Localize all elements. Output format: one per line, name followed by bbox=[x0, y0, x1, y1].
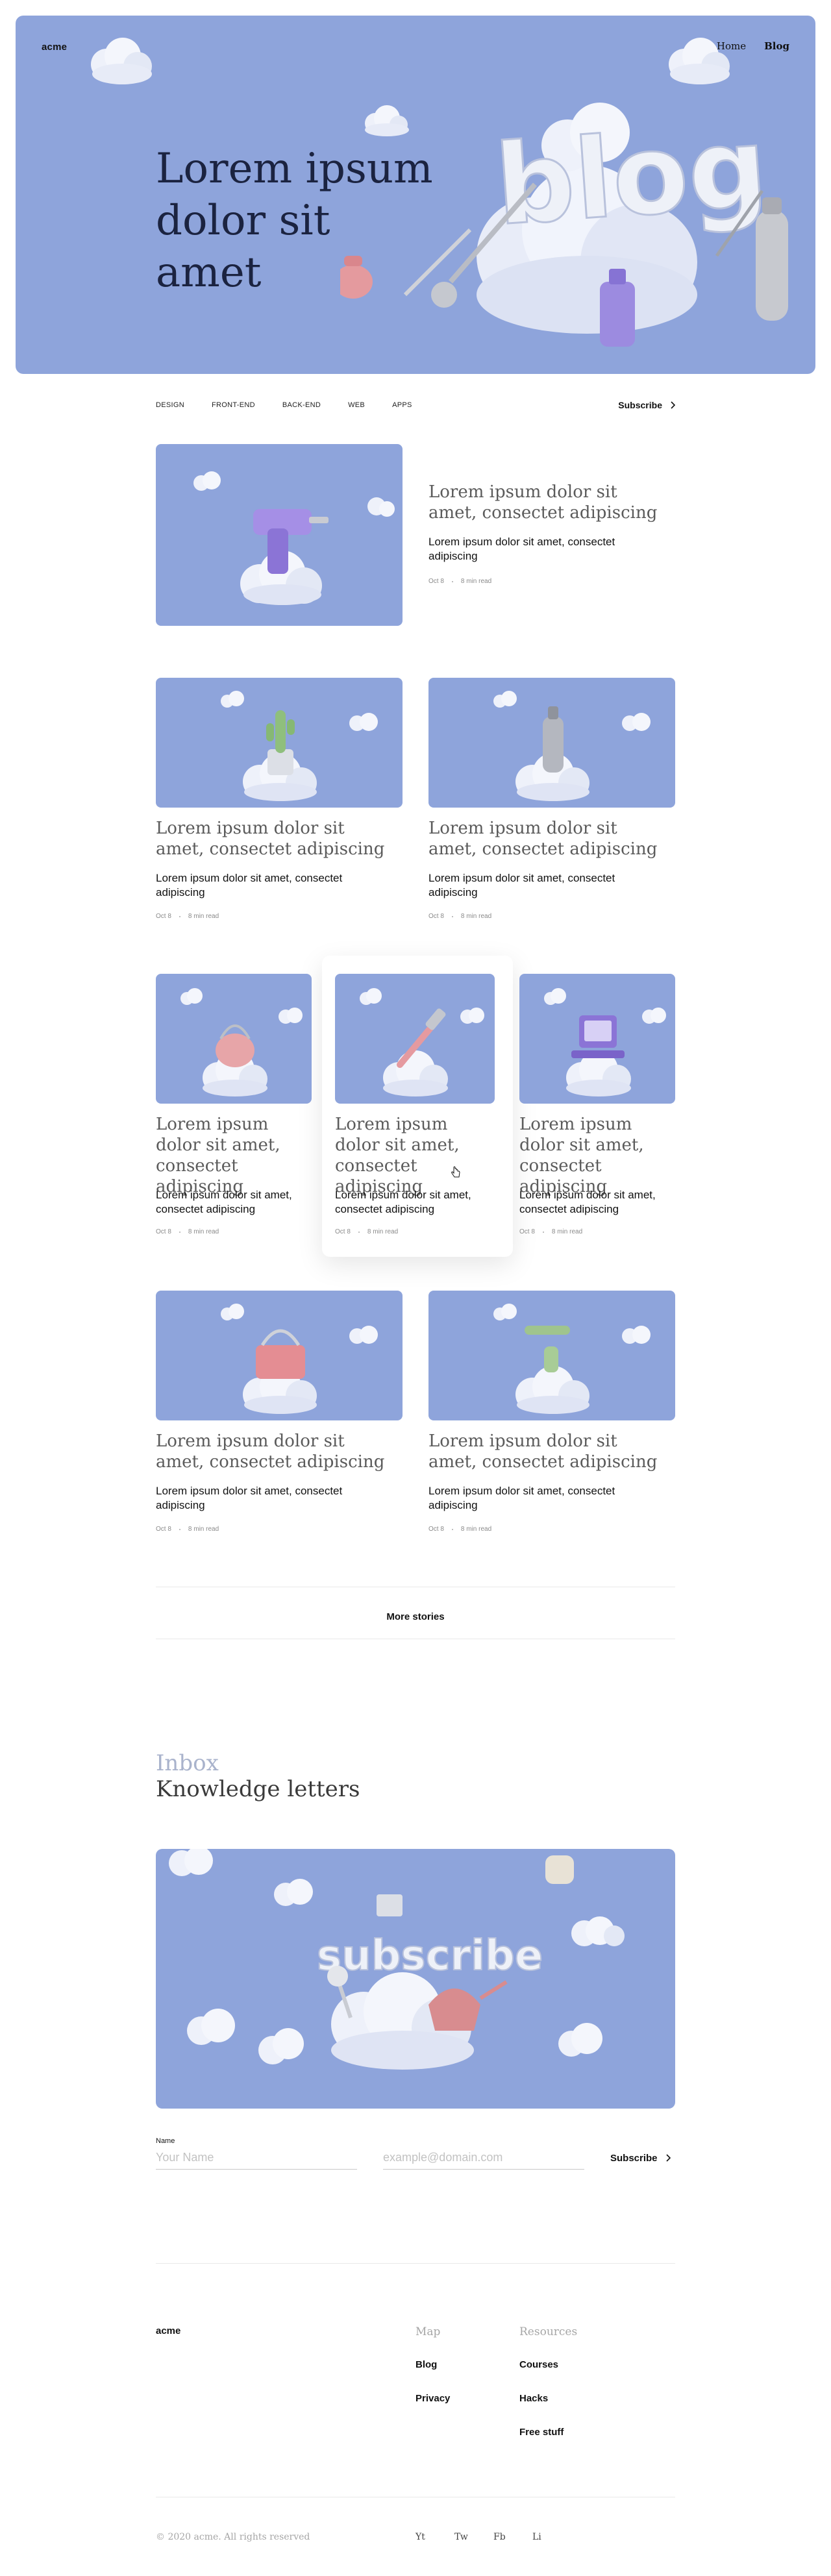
post-title[interactable]: Lorem ipsum dolor sit amet, consectet ad… bbox=[428, 818, 669, 860]
subscribe-link-label: Subscribe bbox=[618, 400, 662, 410]
hero-banner: acme Home Blog Lorem ipsum dolor sit ame… bbox=[16, 16, 815, 374]
footer-link-hacks[interactable]: Hacks bbox=[519, 2393, 548, 2404]
post-image-kettle[interactable] bbox=[156, 974, 312, 1104]
post-date: Oct 8 bbox=[428, 913, 444, 920]
social-link-facebook[interactable]: Fb bbox=[493, 2532, 506, 2542]
category-front-end[interactable]: FRONT-END bbox=[212, 401, 255, 409]
post-meta: Oct 8 8 min read bbox=[428, 913, 491, 920]
post-excerpt: Lorem ipsum dolor sit amet, consectet ad… bbox=[335, 1189, 471, 1215]
post-date: Oct 8 bbox=[156, 1228, 171, 1235]
post-title[interactable]: Lorem ipsum dolor sit amet, consectet ad… bbox=[335, 1114, 495, 1197]
inbox-title: Knowledge letters bbox=[156, 1776, 360, 1802]
post-date: Oct 8 bbox=[335, 1228, 351, 1235]
post-excerpt: Lorem ipsum dolor sit amet, consectet ad… bbox=[156, 872, 343, 898]
social-link-youtube[interactable]: Yt bbox=[416, 2532, 425, 2542]
subscribe-link[interactable]: Subscribe bbox=[618, 400, 675, 410]
post-read-time: 8 min read bbox=[460, 578, 492, 585]
chevron-right-icon bbox=[665, 2154, 671, 2162]
post-meta: Oct 8 8 min read bbox=[156, 913, 219, 920]
post-title[interactable]: Lorem ipsum dolor sit amet, consectet ad… bbox=[428, 1431, 669, 1472]
more-stories-button[interactable]: More stories bbox=[156, 1592, 675, 1641]
post-title[interactable]: Lorem ipsum dolor sit amet, consectet ad… bbox=[156, 1431, 396, 1472]
inbox-label: Inbox bbox=[156, 1750, 219, 1776]
post-excerpt: Lorem ipsum dolor sit amet, consectet ad… bbox=[156, 1189, 292, 1215]
divider bbox=[156, 2263, 675, 2264]
post-excerpt: Lorem ipsum dolor sit amet, consectet ad… bbox=[156, 1485, 343, 1511]
email-input[interactable] bbox=[383, 2146, 584, 2170]
post-date: Oct 8 bbox=[428, 578, 444, 585]
post-meta: Oct 8 8 min read bbox=[156, 1228, 219, 1235]
footer-link-courses[interactable]: Courses bbox=[519, 2359, 558, 2370]
subscribe-button[interactable]: Subscribe bbox=[610, 2149, 675, 2167]
post-read-time: 8 min read bbox=[460, 913, 492, 920]
post-image-bottle[interactable] bbox=[428, 678, 675, 808]
post-excerpt: Lorem ipsum dolor sit amet, consectet ad… bbox=[428, 536, 615, 562]
post-meta: Oct 8 8 min read bbox=[519, 1228, 582, 1235]
post-image-glue[interactable] bbox=[428, 1291, 675, 1420]
post-title[interactable]: Lorem ipsum dolor sit amet, consectet ad… bbox=[428, 482, 669, 523]
subscribe-banner: subscribe bbox=[156, 1849, 675, 2109]
post-date: Oct 8 bbox=[519, 1228, 535, 1235]
post-image-basket[interactable] bbox=[156, 1291, 403, 1420]
post-excerpt: Lorem ipsum dolor sit amet, consectet ad… bbox=[519, 1189, 656, 1215]
post-title[interactable]: Lorem ipsum dolor sit amet, consectet ad… bbox=[156, 1114, 312, 1197]
post-excerpt: Lorem ipsum dolor sit amet, consectet ad… bbox=[428, 872, 615, 898]
cloud-illustration bbox=[669, 38, 730, 84]
name-field-label: Name bbox=[156, 2137, 175, 2145]
post-read-time: 8 min read bbox=[551, 1228, 583, 1235]
chevron-right-icon bbox=[671, 401, 675, 409]
social-link-linkedin[interactable]: Li bbox=[532, 2532, 541, 2542]
blog-illustration: blog bbox=[340, 103, 788, 347]
post-meta: Oct 8 8 min read bbox=[428, 1526, 491, 1533]
footer-link-free-stuff[interactable]: Free stuff bbox=[519, 2427, 564, 2438]
post-read-time: 8 min read bbox=[460, 1526, 492, 1533]
copyright-text: © 2020 acme. All rights reserved bbox=[156, 2532, 310, 2542]
name-input[interactable] bbox=[156, 2146, 357, 2170]
blog-art-word: blog bbox=[491, 103, 771, 251]
category-apps[interactable]: APPS bbox=[392, 401, 412, 409]
post-read-time: 8 min read bbox=[367, 1228, 399, 1235]
post-read-time: 8 min read bbox=[188, 913, 219, 920]
nav-blog-link[interactable]: Blog bbox=[764, 40, 789, 52]
post-date: Oct 8 bbox=[156, 913, 171, 920]
post-image-hammer[interactable] bbox=[335, 974, 495, 1104]
post-image-drill[interactable] bbox=[156, 444, 403, 626]
post-excerpt: Lorem ipsum dolor sit amet, consectet ad… bbox=[428, 1485, 615, 1511]
footer-logo[interactable]: acme bbox=[156, 2325, 180, 2336]
post-meta: Oct 8 8 min read bbox=[156, 1526, 219, 1533]
footer-map-heading: Map bbox=[416, 2325, 441, 2338]
category-nav: DESIGN FRONT-END BACK-END WEB APPS Subsc… bbox=[156, 397, 675, 413]
post-meta: Oct 8 8 min read bbox=[335, 1228, 398, 1235]
subscribe-art-word: subscribe bbox=[317, 1932, 543, 1980]
post-title[interactable]: Lorem ipsum dolor sit amet, consectet ad… bbox=[156, 818, 396, 860]
post-image-computer[interactable] bbox=[519, 974, 675, 1104]
post-date: Oct 8 bbox=[428, 1526, 444, 1533]
site-logo[interactable]: acme bbox=[42, 42, 67, 53]
social-link-twitter[interactable]: Tw bbox=[454, 2532, 468, 2542]
footer-resources-heading: Resources bbox=[519, 2325, 578, 2338]
post-read-time: 8 min read bbox=[188, 1228, 219, 1235]
post-image-cactus[interactable] bbox=[156, 678, 403, 808]
post-date: Oct 8 bbox=[156, 1526, 171, 1533]
cloud-illustration bbox=[91, 38, 152, 84]
category-web[interactable]: WEB bbox=[348, 401, 365, 409]
post-meta: Oct 8 8 min read bbox=[428, 578, 491, 585]
hand-cursor-icon bbox=[451, 1166, 460, 1178]
subscribe-button-label: Subscribe bbox=[610, 2152, 658, 2164]
post-read-time: 8 min read bbox=[188, 1526, 219, 1533]
category-design[interactable]: DESIGN bbox=[156, 401, 184, 409]
post-title[interactable]: Lorem ipsum dolor sit amet, consectet ad… bbox=[519, 1114, 675, 1197]
footer-link-privacy[interactable]: Privacy bbox=[416, 2393, 450, 2404]
footer-link-blog[interactable]: Blog bbox=[416, 2359, 437, 2370]
category-back-end[interactable]: BACK-END bbox=[282, 401, 321, 409]
